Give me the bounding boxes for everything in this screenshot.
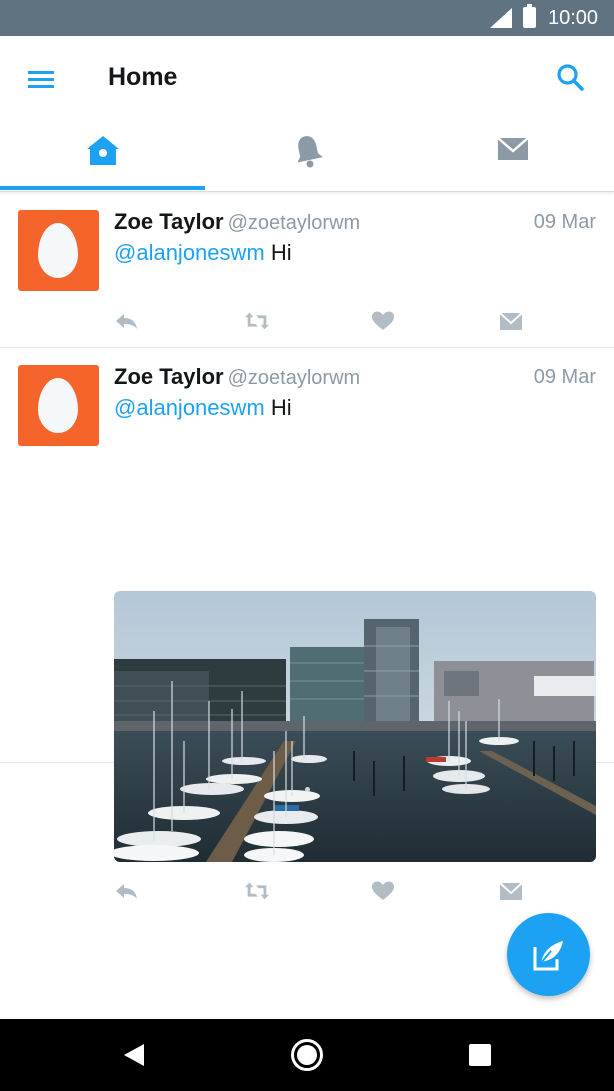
compose-tweet-button[interactable] <box>507 913 590 996</box>
tab-notifications[interactable] <box>205 120 410 191</box>
author-handle: @zoetaylorwm <box>227 367 361 389</box>
harbor-photo <box>114 591 596 862</box>
tweet-body: Hi <box>270 240 292 265</box>
bell-icon <box>296 136 323 168</box>
reply-icon[interactable] <box>114 878 140 904</box>
reply-icon[interactable] <box>114 308 140 334</box>
retweet-icon[interactable] <box>244 878 270 904</box>
recents-button[interactable] <box>440 1019 520 1091</box>
author-name[interactable]: Zoe Taylor <box>114 209 224 234</box>
status-time: 10:00 <box>548 7 599 29</box>
home-circle-icon <box>291 1039 323 1071</box>
menu-icon[interactable] <box>24 66 58 92</box>
compose-tweet-icon <box>533 941 563 971</box>
tweet-actions <box>114 308 534 334</box>
avatar[interactable] <box>18 210 99 291</box>
retweet-icon[interactable] <box>244 308 270 334</box>
active-tab-indicator <box>0 186 205 190</box>
envelope-icon <box>496 137 529 160</box>
avatar[interactable] <box>18 365 99 446</box>
tweet-body: Hi <box>270 395 292 420</box>
tab-bar <box>0 120 614 192</box>
tweet-actions <box>114 878 534 904</box>
tweet-text: @alanjoneswm Hi <box>114 240 292 266</box>
like-icon[interactable] <box>370 308 396 334</box>
tweet-date: 09 Mar <box>533 366 596 388</box>
tweet-text: @alanjoneswm Hi <box>114 395 292 421</box>
recents-icon <box>469 1044 491 1066</box>
page-title: Home <box>108 63 178 91</box>
direct-message-icon[interactable] <box>498 878 524 904</box>
loading-indicator <box>305 787 310 792</box>
status-bar: 10:00 <box>0 0 614 36</box>
app-bar: Home <box>0 36 614 120</box>
search-icon[interactable] <box>555 62 587 94</box>
signal-icon <box>490 8 512 28</box>
like-icon[interactable] <box>370 878 396 904</box>
tweet-photo[interactable] <box>114 591 596 862</box>
home-icon <box>86 136 119 165</box>
tweet-item[interactable]: Zoe Taylor @zoetaylorwm 09 Mar @alanjones… <box>0 193 614 348</box>
tweet-header: Zoe Taylor @zoetaylorwm 09 Mar <box>114 209 596 239</box>
direct-message-icon[interactable] <box>498 308 524 334</box>
timeline-feed: Zoe Taylor @zoetaylorwm 09 Mar @alanjones… <box>0 193 614 900</box>
system-navigation-bar <box>0 1019 614 1091</box>
tab-messages[interactable] <box>410 120 614 191</box>
mention-link[interactable]: @alanjoneswm <box>114 240 265 265</box>
battery-icon <box>523 4 536 28</box>
author-handle: @zoetaylorwm <box>227 212 361 234</box>
mention-link[interactable]: @alanjoneswm <box>114 395 265 420</box>
home-button[interactable] <box>267 1019 347 1091</box>
author-name[interactable]: Zoe Taylor <box>114 364 224 389</box>
tab-home[interactable] <box>0 120 205 191</box>
back-button[interactable] <box>94 1019 174 1091</box>
twitter-home-screen: 10:00 Home Zoe Taylor @zoetaylorwm 09 Ma… <box>0 0 614 1091</box>
tweet-header: Zoe Taylor @zoetaylorwm 09 Mar <box>114 364 596 394</box>
tweet-item[interactable]: Zoe Taylor @zoetaylorwm 09 Mar @alanjones… <box>0 348 614 900</box>
tweet-date: 09 Mar <box>533 211 596 233</box>
back-icon <box>124 1044 144 1066</box>
